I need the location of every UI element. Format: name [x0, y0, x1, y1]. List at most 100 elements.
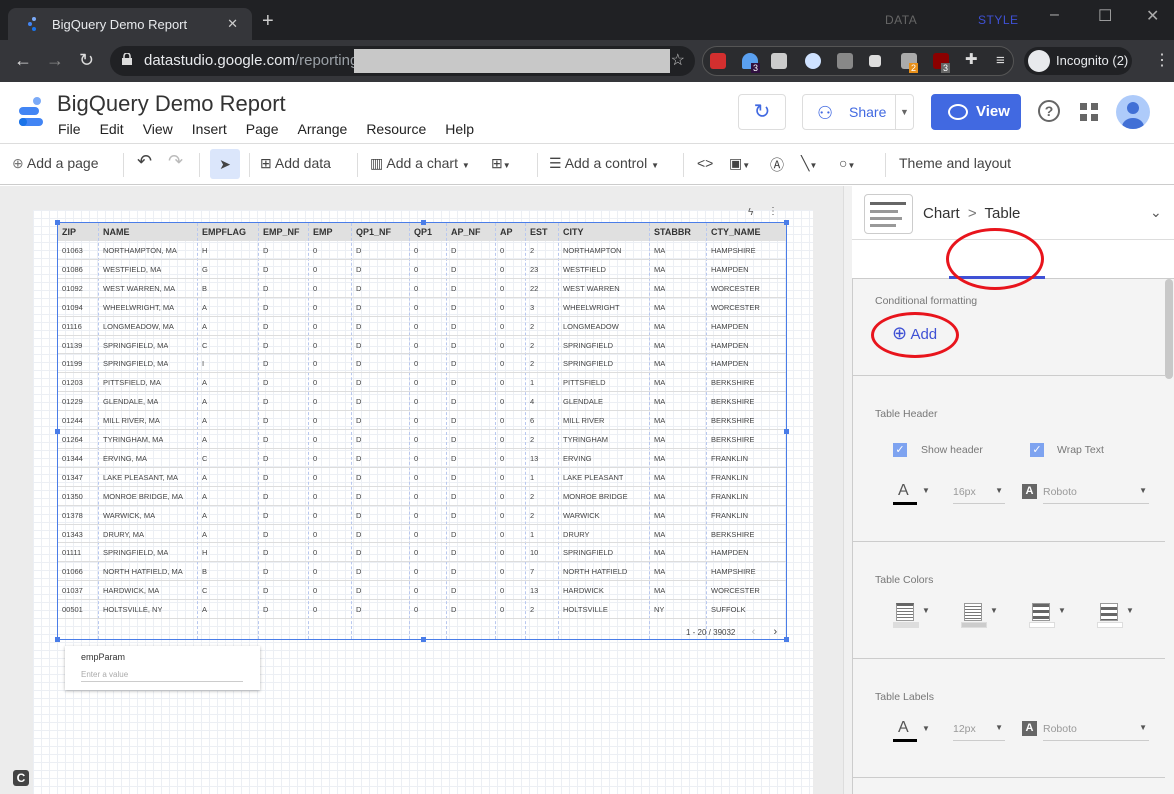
- eye-icon: [948, 104, 968, 120]
- data-studio-corner-icon[interactable]: C: [13, 770, 29, 786]
- chevron-down-icon[interactable]: ⌄: [1150, 204, 1162, 221]
- view-label: View: [976, 103, 1010, 120]
- header-background-color-icon[interactable]: [896, 603, 914, 621]
- extension-icon[interactable]: [710, 53, 726, 69]
- select-pointer-icon[interactable]: ➤: [210, 149, 240, 179]
- redacted-url: [354, 49, 670, 73]
- menu-view[interactable]: View: [143, 121, 173, 137]
- apps-grid-icon[interactable]: [1080, 103, 1098, 121]
- community-viz-icon[interactable]: ⊞▼: [491, 155, 511, 172]
- theme-and-layout-button[interactable]: Theme and layout: [899, 155, 1011, 171]
- pagination-label: 1 - 20 / 39032: [686, 628, 736, 637]
- url-path: /reporting/: [294, 52, 363, 69]
- lightning-icon[interactable]: ϟ: [748, 207, 753, 218]
- url-bar[interactable]: datastudio.google.com/reporting/ ☆: [110, 46, 695, 76]
- dropdown-arrow-icon[interactable]: ▼: [922, 486, 930, 495]
- browser-menu-icon[interactable]: ⋮: [1154, 50, 1170, 70]
- back-icon[interactable]: ←: [14, 50, 32, 71]
- view-button[interactable]: View: [931, 94, 1021, 130]
- url-domain: datastudio.google.com: [144, 52, 295, 69]
- table-selection-frame[interactable]: [55, 220, 789, 642]
- close-window-icon[interactable]: ✕: [1146, 6, 1159, 26]
- line-icon[interactable]: ╲▼: [801, 155, 817, 172]
- labels-font-size-select[interactable]: 12px ▼: [953, 723, 1005, 741]
- menu-help[interactable]: Help: [445, 121, 474, 137]
- embed-code-icon[interactable]: <>: [697, 155, 713, 171]
- tab-style[interactable]: STYLE: [978, 13, 1019, 27]
- menu-insert[interactable]: Insert: [192, 121, 227, 137]
- bookmark-star-icon[interactable]: ☆: [671, 50, 685, 70]
- header-font-color-icon[interactable]: A: [898, 482, 909, 500]
- puzzle-extensions-icon[interactable]: ✚: [965, 50, 981, 68]
- dropdown-arrow-icon[interactable]: ▼: [922, 724, 930, 733]
- add-data-button[interactable]: ⊞ Add data: [260, 155, 331, 172]
- menu-edit[interactable]: Edit: [100, 121, 124, 137]
- extension-icon[interactable]: [771, 53, 787, 69]
- profile-label: Incognito (2): [1056, 53, 1129, 68]
- add-data-icon: ⊞: [260, 155, 272, 171]
- chart-type-breadcrumb: Chart > Table: [923, 205, 1020, 222]
- add-page-button[interactable]: ⊕ Add a page: [12, 155, 98, 172]
- shape-icon[interactable]: ○▼: [839, 155, 855, 171]
- report-title[interactable]: BigQuery Demo Report: [57, 91, 286, 117]
- labels-font-color-icon[interactable]: A: [898, 719, 909, 737]
- panel-scrollbar[interactable]: [1165, 279, 1173, 379]
- menu-file[interactable]: File: [58, 121, 81, 137]
- odd-row-color-icon[interactable]: [1032, 603, 1050, 621]
- extensions-area: 3 2 3 ✚: [702, 46, 1014, 76]
- refresh-data-button[interactable]: ↻: [738, 94, 786, 130]
- table-header-label: Table Header: [875, 408, 938, 420]
- extension-badge: 3: [751, 63, 761, 73]
- even-row-color-icon[interactable]: [1100, 603, 1118, 621]
- image-icon[interactable]: ▣▼: [729, 155, 750, 172]
- help-icon[interactable]: ?: [1038, 100, 1060, 122]
- more-vert-icon[interactable]: ⋮: [768, 206, 778, 217]
- text-icon[interactable]: Ⓐ: [770, 155, 784, 175]
- extension-badge: 2: [909, 63, 919, 73]
- param-value-input[interactable]: Enter a value: [81, 670, 243, 682]
- share-label: Share: [849, 104, 887, 120]
- add-control-button[interactable]: ☰ Add a control ▼: [549, 155, 659, 172]
- font-size-value: 12px: [953, 723, 976, 735]
- avatar[interactable]: [1116, 95, 1150, 129]
- canvas-scrollbar[interactable]: [843, 186, 852, 794]
- close-tab-icon[interactable]: ✕: [227, 16, 238, 32]
- reload-icon[interactable]: ↻: [79, 50, 94, 71]
- add-chart-button[interactable]: ▥ Add a chart ▼: [370, 155, 470, 172]
- table-border-color-icon[interactable]: [964, 603, 982, 621]
- share-button[interactable]: ⚇ Share ▼: [802, 94, 914, 130]
- menu-resource[interactable]: Resource: [366, 121, 426, 137]
- minimize-icon[interactable]: –: [1050, 6, 1059, 24]
- show-header-checkbox[interactable]: ✓: [893, 443, 907, 457]
- table-chart-type-icon[interactable]: [864, 194, 913, 234]
- redo-icon[interactable]: ↷: [168, 151, 183, 172]
- wrap-text-checkbox[interactable]: ✓: [1030, 443, 1044, 457]
- add-chart-label: Add a chart: [386, 155, 458, 171]
- table-labels-label: Table Labels: [875, 691, 934, 703]
- forward-icon[interactable]: →: [46, 50, 64, 71]
- table-colors-label: Table Colors: [875, 574, 934, 586]
- header-font-size-select[interactable]: 16px ▼: [953, 486, 1005, 504]
- next-page-icon[interactable]: ›: [774, 626, 778, 638]
- header-font-family-select[interactable]: Roboto ▼: [1043, 486, 1149, 504]
- media-queue-icon[interactable]: ≡: [996, 52, 1005, 69]
- extension-icon[interactable]: [805, 53, 821, 69]
- data-studio-logo-icon: [19, 97, 43, 126]
- incognito-profile-button[interactable]: Incognito (2): [1024, 47, 1132, 75]
- menu-page[interactable]: Page: [246, 121, 279, 137]
- tab-data[interactable]: DATA: [885, 13, 917, 27]
- emp-param-input-control[interactable]: empParam Enter a value: [65, 646, 260, 690]
- maximize-icon[interactable]: ☐: [1098, 6, 1112, 26]
- prev-page-icon[interactable]: ‹: [752, 626, 756, 638]
- browser-tab[interactable]: BigQuery Demo Report ✕: [8, 8, 252, 40]
- labels-font-family-select[interactable]: Roboto ▼: [1043, 723, 1149, 741]
- extension-icon[interactable]: [869, 55, 881, 67]
- incognito-icon: [1028, 50, 1050, 72]
- data-studio-favicon-icon: [28, 17, 36, 31]
- menu-arrange[interactable]: Arrange: [298, 121, 348, 137]
- add-control-label: Add a control: [564, 155, 648, 171]
- share-dropdown-icon[interactable]: ▼: [895, 95, 913, 129]
- new-tab-button[interactable]: +: [262, 10, 274, 33]
- undo-icon[interactable]: ↶: [137, 151, 152, 172]
- extension-icon[interactable]: [837, 53, 853, 69]
